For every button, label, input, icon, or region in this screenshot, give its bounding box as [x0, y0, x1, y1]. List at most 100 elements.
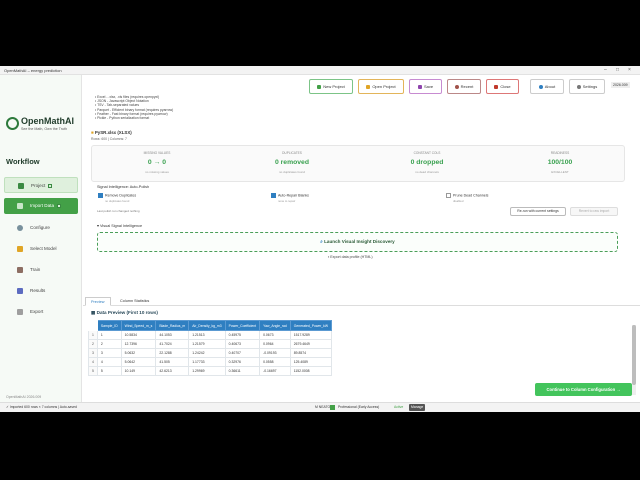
column-header[interactable]: Generated_Power_kW [289, 320, 333, 331]
table-cell: 1.24242 [188, 348, 226, 358]
column-header[interactable]: Blade_Radius_m [155, 320, 190, 331]
plus-icon [317, 84, 322, 89]
tab-column-statistics[interactable]: Column Statistics [115, 297, 154, 306]
license-status: Active [394, 405, 404, 409]
section-label: Visual Signal Intelligence [99, 224, 143, 228]
button-label: About [544, 84, 556, 89]
stat-sub: no duplicates found [278, 170, 306, 174]
visual-signal-title[interactable]: ▾ Visual Signal Intelligence [97, 223, 142, 228]
stat-sub: EXCELLENT [551, 170, 569, 174]
table-cell: 1.21579 [188, 339, 226, 349]
column-header[interactable]: Power_Coefficient [224, 320, 261, 331]
table-cell: 0.36611 [224, 366, 261, 376]
sidebar-item-project[interactable]: Project [4, 177, 78, 193]
gear-icon [17, 225, 23, 231]
preview-tabs: Preview Column Statistics [83, 297, 640, 306]
sidebar-item-label: Project [31, 183, 46, 188]
save-icon [417, 84, 422, 89]
button-label: Close [500, 84, 511, 89]
gear-icon [576, 84, 581, 89]
sidebar-item-export[interactable]: Export [4, 304, 78, 320]
close-icon[interactable]: × [628, 66, 631, 75]
table-cell: 2 [88, 339, 98, 349]
version-badge: 2026.009 [611, 82, 630, 88]
stat-readiness: READINESS 100/100 EXCELLENT [510, 151, 610, 174]
table-cell: 41.7024 [155, 339, 190, 349]
checkbox-label: Remove Duplicates [105, 193, 137, 198]
auto-repair-checkbox[interactable]: Auto-Repair Blanks none to repair [271, 193, 309, 203]
button-label: Settings [582, 84, 598, 89]
window-title: OpenMathAI – energy prediction [4, 68, 62, 73]
revert-button[interactable]: Revert to raw import [570, 207, 618, 216]
scrollbar-thumb[interactable] [632, 325, 636, 385]
open-project-button[interactable]: Open Project [358, 79, 404, 94]
brand-name: OpenMathAI [21, 116, 74, 126]
checkbox-desc: disabled [453, 199, 464, 203]
launch-visual-insight-button[interactable]: ⌕ Launch Visual Insight Discovery [97, 232, 618, 252]
recent-button[interactable]: Recent [447, 79, 481, 94]
model-icon [17, 246, 23, 252]
maximize-icon[interactable]: □ [616, 66, 619, 75]
minimize-icon[interactable]: – [604, 66, 607, 75]
column-header[interactable]: Air_Density_kg_m3 [188, 320, 226, 331]
table-cell: 1.29969 [188, 366, 226, 376]
column-header[interactable]: Sample_ID [96, 320, 122, 331]
about-button[interactable]: About [530, 79, 564, 94]
checkbox-label: Prune Dead Channels [453, 193, 489, 198]
save-button[interactable]: Save [409, 79, 442, 94]
sidebar-item-train[interactable]: Train [4, 262, 78, 278]
button-label: Launch Visual Insight Discovery [324, 239, 395, 244]
close-project-button[interactable]: Close [486, 79, 519, 94]
checkbox-desc: none to repair [278, 199, 296, 203]
sidebar: OpenMathAI See the Math, Own the Truth W… [0, 75, 82, 402]
settings-button[interactable]: Settings [569, 79, 605, 94]
stat-sub: no dead channels [415, 170, 439, 174]
table-cell: 0.40707 [224, 348, 261, 358]
checkbox-icon [446, 193, 451, 198]
stat-duplicates: DUPLICATES 0 removed no duplicates found [242, 151, 342, 174]
table-cell: 22.1288 [155, 348, 190, 358]
column-header[interactable]: Wind_Speed_m_s [120, 320, 157, 331]
table-cell: 1 [88, 330, 98, 340]
stat-sub: no missing values [145, 170, 169, 174]
remove-duplicates-checkbox[interactable]: Remove Duplicates no duplicates found [98, 193, 136, 203]
table-row: 4 4 5.0642 41.505 1.17733 0.32976 0.0558 125.40… [88, 357, 333, 367]
stat-value: 0 dropped [410, 159, 444, 166]
sidebar-item-import-data[interactable]: Import Data [4, 198, 78, 214]
table-cell: 3 [88, 348, 98, 358]
table-cell: 0.0673 [259, 330, 291, 340]
table-cell: 44.1053 [155, 330, 190, 340]
table-cell: 1517.9289 [289, 330, 333, 340]
table-cell: 4 [96, 357, 122, 367]
manage-license-button[interactable]: Manage [409, 404, 426, 411]
table-cell: 5.0632 [120, 348, 157, 358]
rerun-button[interactable]: Re-run with current settings [510, 207, 566, 216]
sidebar-item-results[interactable]: Results [4, 283, 78, 299]
clock-icon [454, 84, 459, 89]
button-label: Open Project [372, 84, 396, 89]
continue-button[interactable]: Continue to Column Configuration → [535, 383, 632, 396]
file-meta: Rows: 600 | Columns: 7 [91, 137, 127, 141]
column-header[interactable]: Yaw_Angle_rad [259, 320, 291, 331]
preview-scrollbar[interactable] [632, 325, 636, 395]
folder-icon [18, 183, 24, 189]
sidebar-item-configure[interactable]: Configure [4, 220, 78, 236]
table-cell: -0.16697 [259, 366, 291, 376]
sidebar-item-select-model[interactable]: Select Model [4, 241, 78, 257]
checkbox-icon [98, 193, 103, 198]
stat-label: CONSTANT COLS [413, 151, 441, 155]
table-cell: 0.45975 [224, 330, 261, 340]
app-window: OpenMathAI – energy prediction – □ × Ope… [0, 66, 640, 412]
stat-constant-cols: CONSTANT COLS 0 dropped no dead channels [377, 151, 477, 174]
file-name-text: PySR.xlsx (XLSX) [94, 130, 132, 135]
file-name: ■ PySR.xlsx (XLSX) [91, 130, 132, 135]
checkbox-label: Auto-Repair Blanks [278, 193, 309, 198]
table-cell: 3 [96, 348, 122, 358]
prune-dead-channels-checkbox[interactable]: Prune Dead Channels disabled [446, 193, 488, 203]
brand-tagline: See the Math, Own the Truth [21, 127, 67, 131]
table-cell: 0.0558 [259, 357, 291, 367]
tab-preview[interactable]: Preview [85, 297, 111, 306]
new-project-button[interactable]: New Project [309, 79, 353, 94]
train-icon [17, 267, 23, 273]
export-profile-button[interactable]: ▪ Export data profile (HTML) [328, 255, 373, 259]
